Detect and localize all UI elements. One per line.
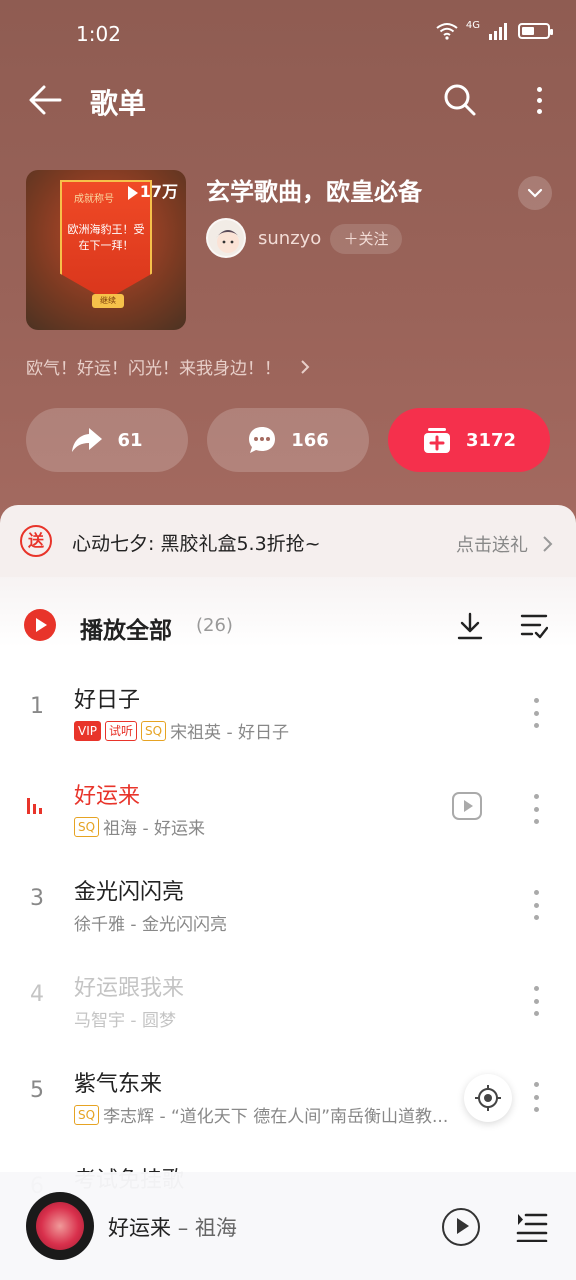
page-title: 歌单 xyxy=(90,87,147,120)
collect-icon xyxy=(423,428,450,453)
comment-button[interactable]: 166 xyxy=(207,408,369,472)
song-artist-album: 马智宇 - 圆梦 xyxy=(74,1011,176,1031)
download-icon[interactable] xyxy=(456,611,484,641)
send-gift-link[interactable]: 点击送礼 xyxy=(456,531,528,557)
plus-icon: ＋ xyxy=(343,230,359,248)
track-number: 1 xyxy=(30,694,44,719)
now-playing-disc[interactable] xyxy=(26,1192,94,1260)
share-count: 61 xyxy=(117,429,143,451)
song-row[interactable]: 3 金光闪闪亮 徐千雅 - 金光闪闪亮 xyxy=(0,858,576,954)
play-count: 17万 xyxy=(127,178,178,202)
more-options-icon[interactable] xyxy=(524,80,554,120)
playlist-title: 玄学歌曲，欧皇必备 xyxy=(206,178,422,206)
follow-label: 关注 xyxy=(358,230,389,248)
mv-play-icon[interactable] xyxy=(452,792,482,820)
play-count-icon xyxy=(127,185,138,200)
now-playing-info[interactable]: 好运来 – 祖海 xyxy=(108,1212,237,1242)
track-number: 4 xyxy=(30,982,44,1007)
play-all-button[interactable]: 播放全部 xyxy=(80,611,172,645)
chevron-right-icon xyxy=(301,360,310,374)
collect-count: 3172 xyxy=(465,429,517,451)
now-playing-equalizer-icon xyxy=(27,798,42,814)
now-playing-title: 好运来 xyxy=(108,1216,171,1240)
song-meta: 马智宇 - 圆梦 xyxy=(74,1006,176,1031)
back-arrow-icon[interactable] xyxy=(26,80,66,120)
chevron-right-icon xyxy=(543,536,553,552)
search-icon[interactable] xyxy=(440,80,480,120)
multi-select-icon[interactable] xyxy=(520,613,548,639)
sq-badge: SQ xyxy=(74,1104,100,1125)
playlist-description[interactable]: 欧气！好运！闪光！来我身边！！ xyxy=(26,354,312,379)
play-count-value: 17万 xyxy=(139,182,178,201)
cover-art-button: 继续 xyxy=(92,294,124,308)
song-row-unavailable[interactable]: 4 好运跟我来 马智宇 - 圆梦 xyxy=(0,954,576,1050)
song-title: 好运来 xyxy=(74,784,141,809)
gift-promo-banner[interactable]: 送 心动七夕: 黑胶礼盒5.3折抢~ 点击送礼 xyxy=(0,505,576,577)
gift-icon: 送 xyxy=(20,525,52,557)
song-title: 紫气东来 xyxy=(74,1072,163,1097)
locate-current-song-button[interactable] xyxy=(464,1074,512,1122)
song-meta: SQ 李志辉 - “道化天下 德在人间”南岳衡山道教... xyxy=(74,1102,448,1127)
battery-icon xyxy=(518,23,553,39)
song-meta: SQ 祖海 - 好运来 xyxy=(74,814,205,839)
status-time: 1:02 xyxy=(76,22,121,46)
promo-text: 心动七夕: 黑胶礼盒5.3折抢~ xyxy=(72,533,321,555)
vip-badge: VIP xyxy=(74,720,101,741)
play-all-icon[interactable] xyxy=(24,609,56,641)
song-title: 好日子 xyxy=(74,688,141,713)
status-icons: 4G xyxy=(436,19,553,40)
collect-button[interactable]: 3172 xyxy=(388,408,550,472)
network-type: 4G xyxy=(465,19,480,31)
status-bar: 1:02 4G xyxy=(0,0,576,70)
song-meta: 徐千雅 - 金光闪闪亮 xyxy=(74,910,227,935)
song-title: 好运跟我来 xyxy=(74,976,185,1001)
song-count: (26) xyxy=(196,615,233,636)
track-number: 3 xyxy=(30,886,44,911)
song-artist-album: 徐千雅 - 金光闪闪亮 xyxy=(74,915,227,935)
song-more-icon[interactable] xyxy=(532,698,540,728)
comment-icon xyxy=(249,427,276,453)
cover-art-text: 欧洲海豹王！受在下一拜！ xyxy=(67,223,145,252)
song-artist-album: 宋祖英 - 好日子 xyxy=(170,723,290,743)
sq-badge: SQ xyxy=(141,720,167,741)
song-more-icon[interactable] xyxy=(532,1082,540,1112)
now-playing-artist: – 祖海 xyxy=(177,1216,237,1240)
song-more-icon[interactable] xyxy=(532,890,540,920)
song-more-icon[interactable] xyxy=(532,986,540,1016)
follow-button[interactable]: ＋关注 xyxy=(330,224,402,254)
song-meta: VIP 试听 SQ 宋祖英 - 好日子 xyxy=(74,718,289,743)
song-list-header: 播放全部 (26) xyxy=(0,577,576,647)
wifi-icon xyxy=(436,23,458,40)
playlist-cover[interactable]: 成就称号 欧洲海豹王！受在下一拜！ 继续 17万 xyxy=(26,170,186,330)
song-title: 金光闪闪亮 xyxy=(74,880,185,905)
cover-badge-text: 成就称号 xyxy=(74,194,114,205)
song-row-playing[interactable]: 好运来 SQ 祖海 - 好运来 xyxy=(0,762,576,858)
preview-badge: 试听 xyxy=(104,720,137,741)
creator-avatar[interactable] xyxy=(206,218,246,258)
song-artist-album: 祖海 - 好运来 xyxy=(103,819,206,839)
playlist-queue-icon[interactable] xyxy=(516,1212,548,1242)
sq-badge: SQ xyxy=(74,816,100,837)
share-icon xyxy=(72,428,103,452)
top-app-bar: 歌单 xyxy=(0,70,576,130)
chevron-down-icon xyxy=(527,188,543,198)
share-button[interactable]: 61 xyxy=(26,408,188,472)
play-pause-button[interactable] xyxy=(442,1208,480,1246)
expand-details-button[interactable] xyxy=(518,176,552,210)
comment-count: 166 xyxy=(291,429,329,451)
creator-name[interactable]: sunzyo xyxy=(258,228,321,249)
song-more-icon[interactable] xyxy=(532,794,540,824)
track-number: 5 xyxy=(30,1078,44,1103)
mini-player[interactable]: 好运来 – 祖海 xyxy=(0,1172,576,1280)
song-artist-album: 李志辉 - “道化天下 德在人间”南岳衡山道教... xyxy=(103,1107,449,1127)
locate-icon xyxy=(475,1085,501,1111)
cell-signal-icon xyxy=(489,23,507,40)
description-text: 欧气！好运！闪光！来我身边！！ xyxy=(26,359,281,379)
song-row[interactable]: 1 好日子 VIP 试听 SQ 宋祖英 - 好日子 xyxy=(0,666,576,762)
